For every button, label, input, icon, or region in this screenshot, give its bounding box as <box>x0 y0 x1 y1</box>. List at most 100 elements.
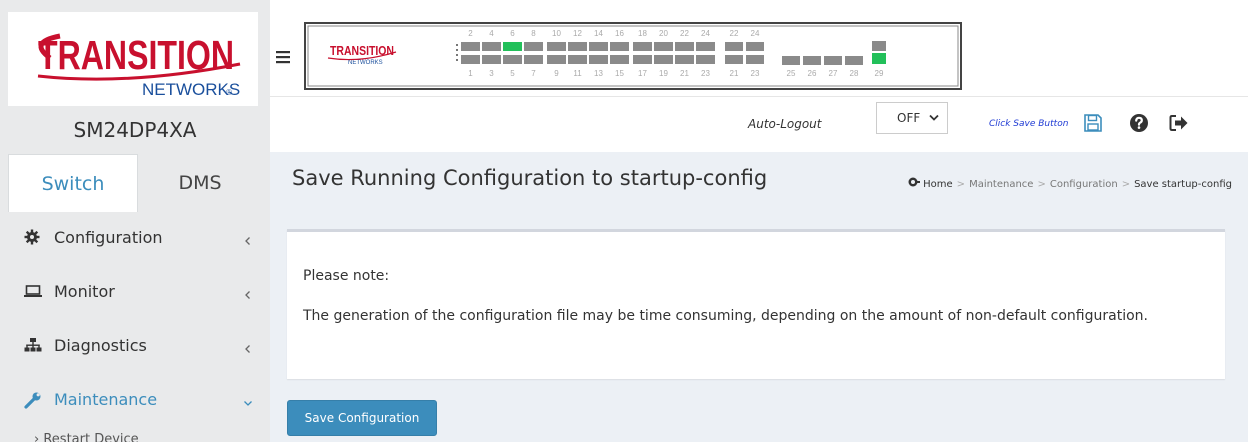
breadcrumb-home[interactable]: Home <box>923 179 953 190</box>
port-group <box>461 41 886 65</box>
port-5[interactable] <box>503 55 522 64</box>
port-label: 8 <box>531 29 536 38</box>
port-label: 16 <box>615 29 624 38</box>
floppy-disk-icon[interactable] <box>1083 113 1103 137</box>
sfp-port-24[interactable] <box>746 42 764 51</box>
port-21[interactable] <box>675 55 694 64</box>
tab-switch[interactable]: Switch <box>8 154 138 212</box>
svg-text:®: ® <box>226 88 232 97</box>
uplink-port-27[interactable] <box>824 56 842 65</box>
port-10[interactable] <box>547 42 566 51</box>
submenu-item-restart-device[interactable]: › Restart Device <box>34 432 139 442</box>
port-20[interactable] <box>654 42 673 51</box>
port-label: 23 <box>751 69 760 78</box>
sidebar-item-maintenance[interactable]: Maintenance <box>0 374 270 428</box>
port-label: 9 <box>554 69 559 78</box>
port-24[interactable] <box>696 42 715 51</box>
port-label: 29 <box>875 69 884 78</box>
mgmt-port-upper <box>872 41 886 51</box>
uplink-port-28[interactable] <box>845 56 863 65</box>
wrench-icon <box>24 391 44 411</box>
port-23[interactable] <box>696 55 715 64</box>
uplink-port-26[interactable] <box>803 56 821 65</box>
port-6[interactable] <box>503 42 522 51</box>
auto-logout-value: OFF <box>897 111 921 125</box>
auto-logout-label: Auto-Logout <box>748 117 822 131</box>
port-label: 12 <box>573 29 582 38</box>
port-label: 24 <box>701 29 710 38</box>
switch-port-panel: TRANSITION NETWORKS 2 1 4 3 6 5 8 7 10 9 12 11 14 13 1… <box>304 22 962 90</box>
port-12[interactable] <box>568 42 587 51</box>
port-1[interactable] <box>461 55 480 64</box>
port-9[interactable] <box>547 55 566 64</box>
port-label: 10 <box>552 29 561 38</box>
sfp-port-23[interactable] <box>746 55 764 64</box>
port-label: 27 <box>829 69 838 78</box>
save-hint-text: Click Save Button <box>989 119 1069 129</box>
port-18[interactable] <box>633 42 652 51</box>
port-label: 11 <box>573 69 582 78</box>
port-3[interactable] <box>482 55 501 64</box>
svg-text:NETWORKS: NETWORKS <box>348 60 383 66</box>
port-11[interactable] <box>568 55 587 64</box>
toolbar: Auto-Logout OFF Click Save Button <box>270 96 1248 152</box>
sign-out-icon[interactable] <box>1169 114 1189 136</box>
note-text: The generation of the configuration file… <box>303 308 1148 324</box>
hamburger-menu-icon[interactable] <box>274 48 294 66</box>
breadcrumb-configuration[interactable]: Configuration <box>1050 179 1118 190</box>
port-8[interactable] <box>524 42 543 51</box>
port-label: 3 <box>489 69 494 78</box>
switch-panel-graphic: TRANSITION NETWORKS 21436587109121114131… <box>304 22 962 90</box>
port-label: 21 <box>680 69 689 78</box>
port-label: 24 <box>751 29 760 38</box>
sidebar: TRANSITION NETWORKS ® SM24DP4XA Switch D… <box>0 0 270 442</box>
port-label: 2 <box>468 29 473 38</box>
port-19[interactable] <box>654 55 673 64</box>
port-label: 5 <box>510 69 515 78</box>
breadcrumb: Home > Maintenance > Configuration > Save star… <box>908 177 1232 190</box>
panel-brand-logo: TRANSITION NETWORKS <box>327 43 397 66</box>
tab-dms[interactable]: DMS <box>138 154 262 212</box>
sidebar-menu: Configuration Monitor Diagnostics Mainte… <box>0 212 270 428</box>
port-14[interactable] <box>589 42 608 51</box>
port-label: 7 <box>531 69 536 78</box>
sfp-port-22[interactable] <box>725 42 743 51</box>
uplink-port-25[interactable] <box>782 56 800 65</box>
port-22[interactable] <box>675 42 694 51</box>
page-title: Save Running Configuration to startup-co… <box>292 166 768 190</box>
sfp-port-21[interactable] <box>725 55 743 64</box>
save-configuration-button[interactable]: Save Configuration <box>287 400 437 436</box>
top-header: TRANSITION NETWORKS 2 1 4 3 6 5 8 7 10 9 12 11 14 13 1… <box>270 0 1248 152</box>
sidebar-item-diagnostics[interactable]: Diagnostics <box>0 320 270 374</box>
port-label: 25 <box>787 69 796 78</box>
sitemap-icon <box>24 337 44 357</box>
breadcrumb-maintenance[interactable]: Maintenance <box>969 179 1033 190</box>
transition-networks-logo: TRANSITION NETWORKS ® <box>37 32 241 99</box>
sidebar-item-label: Configuration <box>54 228 163 247</box>
port-label: 19 <box>659 69 668 78</box>
port-15[interactable] <box>610 55 629 64</box>
breadcrumb-current: Save startup-config <box>1134 179 1232 190</box>
question-circle-icon[interactable] <box>1129 113 1149 137</box>
laptop-icon <box>24 283 44 303</box>
port-2[interactable] <box>461 42 480 51</box>
brand-logo[interactable]: TRANSITION NETWORKS ® <box>8 12 258 106</box>
port-label: 23 <box>701 69 710 78</box>
port-13[interactable] <box>589 55 608 64</box>
mgmt-port-29[interactable] <box>872 53 886 64</box>
submenu-item-label: Restart Device <box>43 432 139 442</box>
port-16[interactable] <box>610 42 629 51</box>
sidebar-item-monitor[interactable]: Monitor <box>0 266 270 320</box>
port-7[interactable] <box>524 55 543 64</box>
note-box: Please note: The generation of the confi… <box>287 229 1225 379</box>
port-label: 14 <box>594 29 603 38</box>
port-label: 22 <box>680 29 689 38</box>
sidebar-item-label: Monitor <box>54 282 115 301</box>
note-title: Please note: <box>303 268 390 284</box>
port-4[interactable] <box>482 42 501 51</box>
auto-logout-select[interactable]: OFF <box>876 102 948 134</box>
sidebar-item-configuration[interactable]: Configuration <box>0 212 270 266</box>
sidebar-item-label: Diagnostics <box>54 336 147 355</box>
port-labels: 2143658710912111413161518172019222124232… <box>468 29 884 78</box>
port-17[interactable] <box>633 55 652 64</box>
